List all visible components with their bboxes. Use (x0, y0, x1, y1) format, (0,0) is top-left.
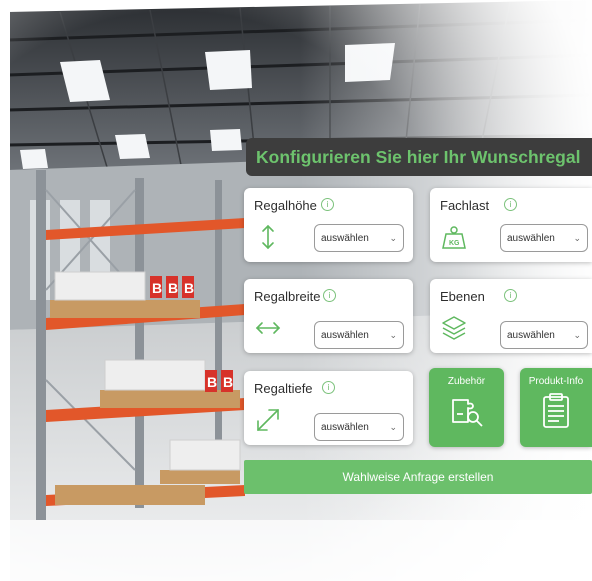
chevron-down-icon: ⌄ (389, 232, 397, 243)
horizontal-arrows-icon (255, 322, 281, 334)
info-icon[interactable]: i (504, 198, 517, 211)
card-regalhoehe: Regalhöhe i auswählen ⌄ (244, 188, 413, 262)
accessory-search-icon (451, 399, 483, 427)
produkt-info-button[interactable]: Produkt-Info (520, 368, 592, 447)
regalbreite-label: Regalbreite (254, 289, 321, 304)
kg-weight-icon: KG (442, 226, 466, 249)
configurator-banner: Konfigurieren Sie hier Ihr Wunschregal (246, 138, 592, 176)
fachlast-select[interactable]: auswählen ⌄ (500, 224, 588, 252)
card-fachlast: Fachlast i KG auswählen ⌄ (430, 188, 592, 262)
info-icon[interactable]: i (322, 381, 335, 394)
clipboard-icon (543, 393, 569, 428)
diagonal-arrows-icon (257, 409, 279, 431)
regaltiefe-select-value: auswählen (321, 421, 369, 433)
svg-text:KG: KG (449, 240, 460, 247)
card-ebenen: Ebenen i auswählen ⌄ (430, 279, 592, 353)
info-icon[interactable]: i (321, 198, 334, 211)
banner-title: Konfigurieren Sie hier Ihr Wunschregal (256, 146, 581, 167)
ebenen-select[interactable]: auswählen ⌄ (500, 321, 588, 349)
regaltiefe-label: Regaltiefe (254, 381, 313, 396)
ebenen-label: Ebenen (440, 289, 485, 304)
chevron-down-icon: ⌄ (389, 329, 397, 340)
regalhoehe-select-value: auswählen (321, 232, 369, 244)
chevron-down-icon: ⌄ (389, 421, 397, 432)
regalbreite-select-value: auswählen (321, 329, 369, 341)
info-icon[interactable]: i (504, 289, 517, 302)
produkt-info-label: Produkt-Info (528, 376, 584, 387)
info-icon[interactable]: i (323, 289, 336, 302)
card-regalbreite: Regalbreite i auswählen ⌄ (244, 279, 413, 353)
regalbreite-select[interactable]: auswählen ⌄ (314, 321, 404, 349)
fachlast-label: Fachlast (440, 198, 490, 213)
configurator-stage: B B B B B Konfigurieren Sie hier Ihr Wun… (0, 0, 592, 581)
ebenen-select-value: auswählen (507, 329, 555, 341)
regaltiefe-select[interactable]: auswählen ⌄ (314, 413, 404, 441)
card-regaltiefe: Regaltiefe i auswählen ⌄ (244, 371, 413, 445)
fachlast-select-value: auswählen (507, 232, 555, 244)
regalhoehe-label: Regalhöhe (254, 198, 317, 213)
chevron-down-icon: ⌄ (573, 232, 581, 243)
chevron-down-icon: ⌄ (573, 329, 581, 340)
layers-icon (442, 316, 466, 340)
regalhoehe-select[interactable]: auswählen ⌄ (314, 224, 404, 252)
zubehoer-button[interactable]: Zubehör (429, 368, 504, 447)
anfrage-erstellen-button[interactable]: Wahlweise Anfrage erstellen (244, 460, 592, 494)
vertical-arrows-icon (262, 224, 274, 250)
anfrage-erstellen-label: Wahlweise Anfrage erstellen (342, 470, 494, 484)
zubehoer-label: Zubehör (447, 376, 486, 387)
